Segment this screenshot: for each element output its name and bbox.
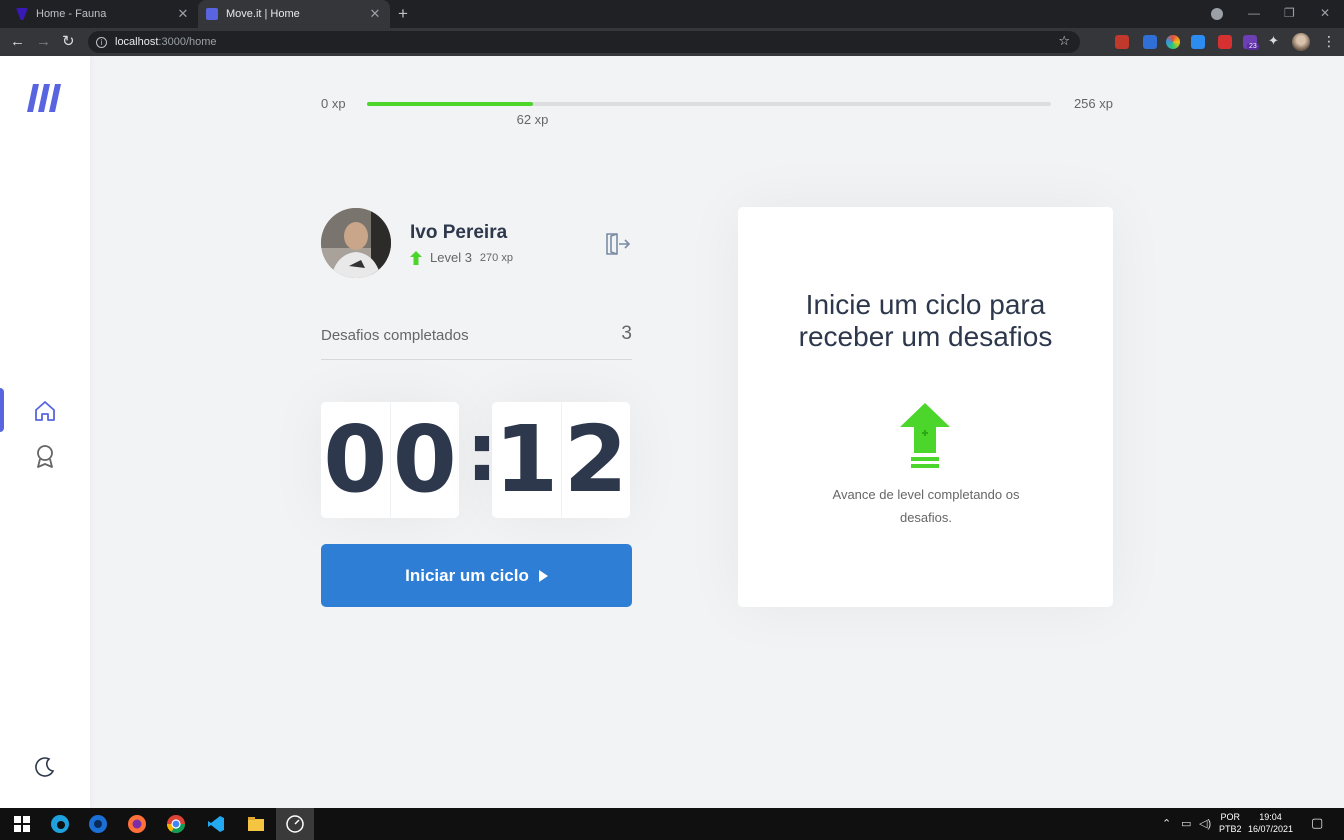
second-digit-left: 1 — [492, 402, 562, 518]
start-cycle-label: Iniciar um ciclo — [405, 565, 529, 585]
minute-digit-left: 0 — [321, 402, 391, 518]
close-tab-icon[interactable]: ✕ — [176, 6, 190, 22]
profile-level: Level 3 270 xp — [410, 250, 513, 265]
app-root: 0 xp 62 xp 256 xp Ivo Pereira Level 3 27… — [0, 56, 1344, 808]
language-indicator[interactable]: POR PTB2 — [1219, 811, 1242, 835]
firefox-developer-icon[interactable] — [88, 814, 108, 834]
language-code: POR — [1220, 812, 1241, 822]
moon-icon[interactable] — [32, 754, 58, 780]
profile-name: Ivo Pereira — [410, 222, 508, 243]
avatar — [321, 208, 391, 278]
level-up-icon — [900, 403, 950, 468]
url-host: localhost — [115, 36, 159, 48]
reload-icon[interactable]: ↻ — [62, 33, 75, 51]
fauna-favicon-icon — [16, 8, 28, 20]
chrome-icon[interactable] — [166, 814, 186, 834]
logout-icon[interactable] — [603, 230, 631, 258]
completed-challenges-label: Desafios completados — [321, 327, 469, 344]
countdown-minutes: 0 0 — [321, 402, 459, 518]
profile-xp-label: 270 xp — [479, 251, 513, 264]
countdown-seconds: 1 2 — [492, 402, 630, 518]
address-bar[interactable]: i localhost:3000/home ☆ — [88, 31, 1080, 53]
xp-progress-fill — [367, 102, 533, 106]
browser-menu-icon[interactable]: ⋮ — [1322, 33, 1336, 50]
close-tab-icon[interactable]: ✕ — [368, 6, 382, 22]
challenge-box: Inicie um ciclo para receber um desafios… — [738, 207, 1113, 607]
level-label: Level 3 — [430, 250, 472, 265]
url-path: :3000/home — [158, 36, 217, 48]
system-clock[interactable]: 19:04 16/07/2021 — [1248, 811, 1293, 835]
browser-toolbar: ← → ↻ i localhost:3000/home ☆ 23 ✦ ⋮ — [0, 28, 1344, 56]
tab-search-icon[interactable] — [1211, 8, 1223, 20]
second-digit-right: 2 — [563, 406, 628, 513]
minute-digit-right: 0 — [392, 406, 457, 513]
bookmark-star-icon[interactable]: ☆ — [1058, 33, 1070, 49]
challenge-box-description: Avance de level completando os desafios. — [832, 487, 1020, 525]
moveit-favicon-icon — [206, 8, 218, 20]
extension-icon[interactable] — [1143, 35, 1157, 49]
window-close-icon[interactable]: ✕ — [1320, 6, 1330, 20]
tab-moveit[interactable]: Move.it | Home ✕ — [198, 0, 390, 28]
countdown: 0 0 : 1 2 — [321, 402, 632, 518]
taskbar: ⌃ ▭ ◁) POR PTB2 19:04 16/07/2021 ▢ — [0, 808, 1344, 840]
clock-time: 19:04 — [1259, 812, 1282, 822]
edge-icon[interactable] — [50, 814, 70, 834]
tab-label: Home - Fauna — [36, 8, 107, 20]
active-nav-indicator — [0, 388, 4, 432]
firefox-icon[interactable] — [127, 814, 147, 834]
completed-challenges-count: 3 — [621, 323, 632, 344]
experience-bar: 0 xp 62 xp 256 xp — [321, 96, 1113, 136]
home-icon[interactable] — [30, 396, 60, 426]
xp-current-label: 62 xp — [516, 112, 549, 127]
completed-challenges: Desafios completados 3 — [321, 318, 632, 360]
level-up-arrow-icon — [410, 250, 422, 265]
tray-chevron-up-icon[interactable]: ⌃ — [1162, 817, 1171, 830]
vscode-icon[interactable] — [206, 814, 226, 834]
xp-max-label: 256 xp — [1073, 96, 1113, 111]
sidebar — [0, 56, 90, 808]
browser-tab-strip: Home - Fauna ✕ Move.it | Home ✕ + — ❐ ✕ — [0, 0, 1344, 28]
keyboard-layout: PTB2 — [1219, 824, 1242, 834]
back-icon[interactable]: ← — [10, 33, 25, 51]
extension-icon[interactable] — [1115, 35, 1129, 49]
challenge-box-title: Inicie um ciclo para receber um desafios — [798, 289, 1053, 352]
new-tab-icon[interactable]: + — [398, 4, 408, 24]
xp-track — [367, 102, 1051, 106]
app-circle-icon[interactable] — [285, 814, 305, 834]
start-cycle-button[interactable]: Iniciar um ciclo — [321, 544, 632, 607]
extension-badge: 23 — [1247, 43, 1259, 50]
minimize-icon[interactable]: — — [1248, 6, 1260, 20]
extensions-puzzle-icon[interactable]: ✦ — [1268, 33, 1282, 48]
forward-icon[interactable]: → — [36, 33, 51, 51]
extension-icon[interactable] — [1166, 35, 1180, 49]
xp-min-label: 0 xp — [321, 96, 346, 111]
site-info-icon[interactable]: i — [96, 36, 107, 48]
tab-label: Move.it | Home — [226, 8, 300, 20]
moveit-logo-icon — [27, 84, 61, 112]
clock-date: 16/07/2021 — [1248, 824, 1294, 834]
profile: Ivo Pereira Level 3 270 xp — [321, 208, 633, 278]
volume-icon[interactable]: ◁) — [1199, 817, 1211, 830]
play-icon — [538, 569, 548, 582]
restore-icon[interactable]: ❐ — [1284, 6, 1295, 20]
notifications-icon[interactable]: ▢ — [1311, 815, 1323, 831]
windows-start-icon[interactable] — [12, 814, 32, 834]
tab-fauna[interactable]: Home - Fauna ✕ — [8, 0, 198, 28]
extension-icon[interactable] — [1218, 35, 1232, 49]
profile-avatar[interactable] — [1292, 33, 1310, 51]
file-explorer-icon[interactable] — [246, 814, 266, 834]
award-icon[interactable] — [30, 441, 60, 471]
extension-icon[interactable] — [1191, 35, 1205, 49]
network-icon[interactable]: ▭ — [1181, 817, 1191, 830]
